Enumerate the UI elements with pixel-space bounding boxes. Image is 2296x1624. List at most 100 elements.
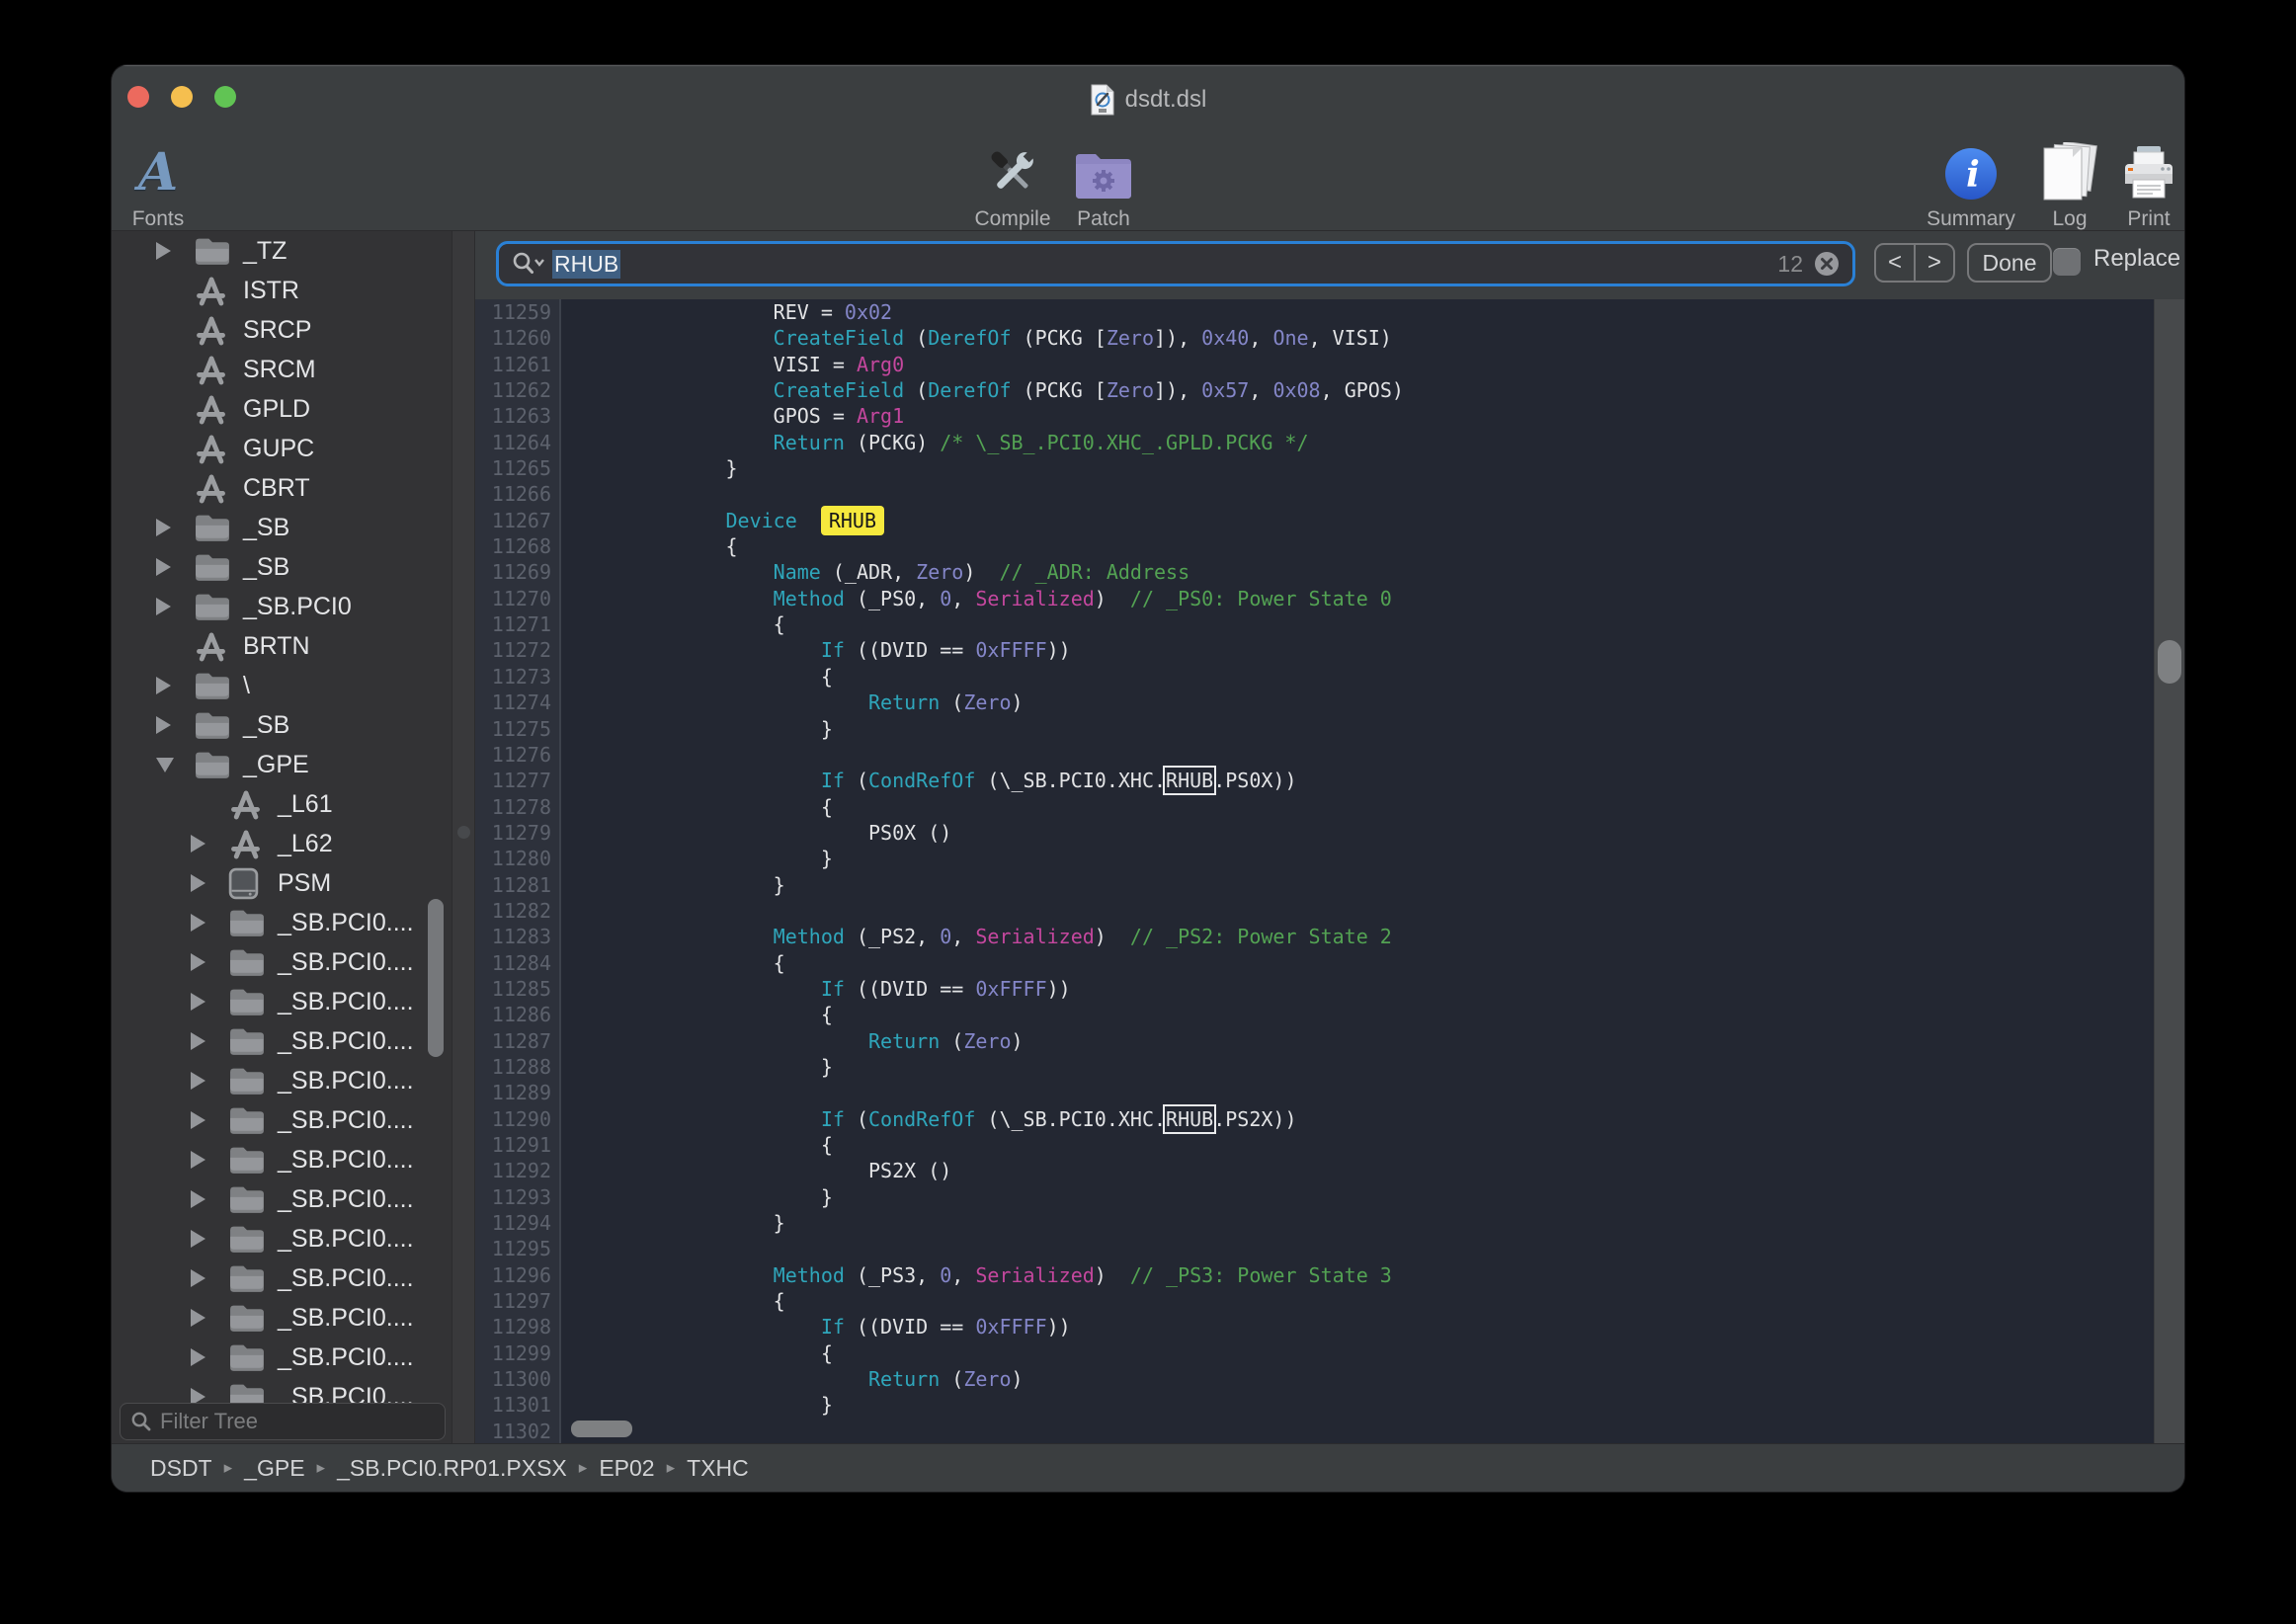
line-number: 11289 xyxy=(475,1080,559,1105)
folder-icon xyxy=(194,550,231,584)
horizontal-scrollbar-thumb[interactable] xyxy=(571,1421,632,1437)
done-button[interactable]: Done xyxy=(1967,243,2052,283)
search-menu-icon[interactable] xyxy=(511,251,544,277)
code-line xyxy=(583,898,2154,924)
disclosure-right-icon[interactable] xyxy=(191,993,205,1011)
disclosure-right-icon[interactable] xyxy=(191,1151,205,1169)
disclosure-right-icon[interactable] xyxy=(191,1348,205,1366)
disclosure-down-icon[interactable] xyxy=(156,758,174,772)
code-token: // _ADR: Address xyxy=(999,560,1189,584)
code-token xyxy=(583,638,821,662)
print-label: Print xyxy=(2127,207,2170,231)
disclosure-right-icon[interactable] xyxy=(191,1111,205,1129)
disclosure-right-icon[interactable] xyxy=(191,1190,205,1208)
disclosure-right-icon[interactable] xyxy=(191,1269,205,1287)
line-number: 11299 xyxy=(475,1340,559,1366)
patch-folder-icon xyxy=(1073,140,1134,202)
code-token: ( xyxy=(845,1107,868,1131)
tree-item[interactable]: _SB.PCI0.... xyxy=(112,1021,451,1061)
tree-item[interactable]: PSM xyxy=(112,863,451,903)
breadcrumb-item[interactable]: TXHC xyxy=(687,1455,749,1482)
tree-item[interactable]: BRTN xyxy=(112,626,451,666)
code-token: (\_SB.PCI0.XHC. xyxy=(975,769,1166,792)
tree-item[interactable]: SRCP xyxy=(112,310,451,350)
tree-item[interactable]: _L61 xyxy=(112,784,451,824)
tree-item[interactable]: _L62 xyxy=(112,824,451,863)
tree-item[interactable]: _SB.PCI0.... xyxy=(112,1061,451,1100)
disclosure-right-icon[interactable] xyxy=(191,914,205,932)
breadcrumb-item[interactable]: DSDT xyxy=(150,1455,212,1482)
tree-item[interactable]: GUPC xyxy=(112,429,451,468)
line-number: 11279 xyxy=(475,820,559,846)
disclosure-right-icon[interactable] xyxy=(191,874,205,892)
tree-item[interactable]: _SB xyxy=(112,705,451,745)
disclosure-right-icon[interactable] xyxy=(191,1230,205,1248)
disclosure-right-icon[interactable] xyxy=(191,1072,205,1090)
tree-item[interactable]: SRCM xyxy=(112,350,451,389)
disclosure-right-icon[interactable] xyxy=(191,835,205,853)
code-token: Device xyxy=(726,509,797,532)
tree-item[interactable]: _TZ xyxy=(112,231,451,271)
line-number: 11275 xyxy=(475,716,559,742)
tree-item-label: _SB.PCI0.... xyxy=(278,1185,414,1214)
print-button[interactable]: Print xyxy=(2080,140,2184,231)
tree-item[interactable]: _SB.PCI0.... xyxy=(112,1179,451,1219)
vertical-scrollbar-thumb[interactable] xyxy=(2158,640,2181,684)
tree-item[interactable]: _SB.PCI0.... xyxy=(112,903,451,942)
code-area[interactable]: 1125911260112611126211263112641126511266… xyxy=(475,299,2184,1443)
tree-item[interactable]: CBRT xyxy=(112,468,451,508)
tree-item[interactable]: ISTR xyxy=(112,271,451,310)
tree-item[interactable]: _SB.PCI0.... xyxy=(112,982,451,1021)
find-previous-button[interactable]: < xyxy=(1876,245,1916,281)
toolbar: A Fonts Compile xyxy=(112,134,2184,230)
line-number: 11293 xyxy=(475,1184,559,1210)
breadcrumb-item[interactable]: _SB.PCI0.RP01.PXSX xyxy=(337,1455,567,1482)
tree-item[interactable]: \ xyxy=(112,666,451,705)
find-input[interactable]: RHUB 12 xyxy=(496,241,1855,286)
tree-item[interactable]: _SB xyxy=(112,508,451,547)
find-next-button[interactable]: > xyxy=(1916,245,1953,281)
disclosure-right-icon[interactable] xyxy=(156,558,171,576)
vertical-scrollbar-track[interactable] xyxy=(2154,299,2184,1443)
disclosure-right-icon[interactable] xyxy=(156,677,171,694)
disclosure-right-icon[interactable] xyxy=(156,242,171,260)
fonts-button[interactable]: A Fonts xyxy=(112,140,227,231)
tree-item[interactable]: GPLD xyxy=(112,389,451,429)
tree-item[interactable]: _SB.PCI0.... xyxy=(112,1298,451,1338)
clear-search-icon[interactable] xyxy=(1813,250,1841,278)
disclosure-right-icon[interactable] xyxy=(191,953,205,971)
patch-button[interactable]: Patch xyxy=(1034,140,1173,231)
replace-checkbox[interactable] xyxy=(2053,248,2081,276)
title-bar: dsdt.dsl xyxy=(112,65,2184,134)
code-token: Return xyxy=(868,690,940,714)
tree-item[interactable]: _SB.PCI0.... xyxy=(112,1219,451,1259)
code-token: (_PS2, xyxy=(845,925,940,948)
code-token: CreateField xyxy=(774,326,904,350)
tree-item[interactable]: _SB.PCI0.... xyxy=(112,1100,451,1140)
tree-item[interactable]: _GPE xyxy=(112,745,451,784)
filter-tree-input[interactable]: Filter Tree xyxy=(120,1403,446,1440)
breadcrumb-item[interactable]: _GPE xyxy=(244,1455,304,1482)
folder-icon xyxy=(228,1182,266,1216)
sidebar-scrollbar-thumb[interactable] xyxy=(428,899,444,1057)
code-token: ( xyxy=(940,1367,963,1391)
code-token: Name xyxy=(774,560,821,584)
tree-item[interactable]: _SB.PCI0.... xyxy=(112,1259,451,1298)
tree-item[interactable]: _SB.PCI0.... xyxy=(112,1140,451,1179)
code-token: Arg1 xyxy=(857,404,904,428)
breadcrumb-item[interactable]: EP02 xyxy=(599,1455,654,1482)
code-token: { xyxy=(583,1289,785,1313)
pane-splitter[interactable] xyxy=(451,231,475,1443)
tree-item[interactable]: _SB.PCI0.... xyxy=(112,1338,451,1377)
disclosure-right-icon[interactable] xyxy=(191,1309,205,1327)
code-token: 0xFFFF xyxy=(975,977,1046,1001)
tree-item[interactable]: _SB.PCI0.... xyxy=(112,942,451,982)
disclosure-right-icon[interactable] xyxy=(156,519,171,536)
disclosure-right-icon[interactable] xyxy=(156,716,171,734)
tree-item[interactable]: _SB xyxy=(112,547,451,587)
disclosure-right-icon[interactable] xyxy=(191,1032,205,1050)
disclosure-right-icon[interactable] xyxy=(156,598,171,615)
code-line: If (CondRefOf (\_SB.PCI0.XHC.RHUB.PS0X)) xyxy=(583,768,2154,793)
tree-item[interactable]: _SB.PCI0 xyxy=(112,587,451,626)
code-line: { xyxy=(583,1002,2154,1027)
